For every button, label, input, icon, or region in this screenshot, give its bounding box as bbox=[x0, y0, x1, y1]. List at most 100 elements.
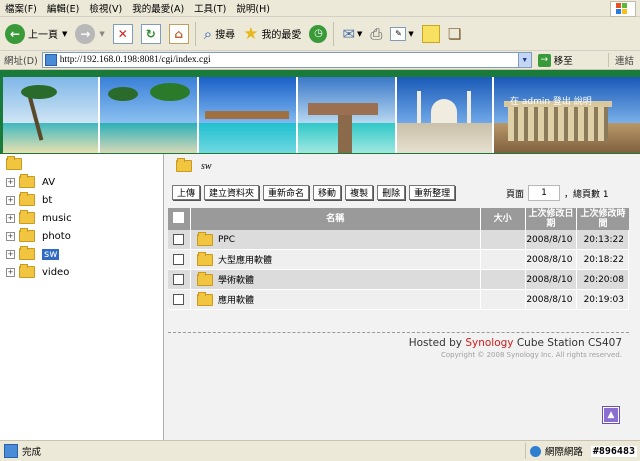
address-input[interactable]: http://192.168.0.198:8081/cgi/index.cgi … bbox=[41, 52, 532, 68]
move-button[interactable]: 移動 bbox=[313, 184, 342, 200]
mod-time-header[interactable]: 上次修改時間 bbox=[576, 208, 629, 230]
expand-icon[interactable]: + bbox=[6, 213, 15, 223]
forward-dropdown-icon[interactable]: ▼ bbox=[99, 30, 104, 38]
folder-icon bbox=[196, 251, 213, 266]
mod-date-header[interactable]: 上次修改日期 bbox=[525, 208, 578, 230]
refresh-list-button[interactable]: 重新整理 bbox=[409, 184, 456, 200]
forward-arrow-icon: → bbox=[75, 23, 96, 44]
brand-name[interactable]: Synology bbox=[465, 337, 513, 349]
print-button[interactable]: ⎙ bbox=[367, 20, 385, 48]
history-button[interactable]: ◷ bbox=[306, 20, 330, 48]
page-content: 在 admin 登出 說明 + AV + bt + music + photo … bbox=[0, 70, 640, 440]
address-label: 網址(D) bbox=[4, 56, 38, 67]
delete-button[interactable]: 刪除 bbox=[377, 184, 406, 200]
search-label: 搜尋 bbox=[215, 30, 236, 41]
tree-item-label: AV bbox=[42, 176, 56, 188]
tree-item-bt[interactable]: + bt bbox=[6, 192, 52, 208]
upload-button[interactable]: 上傳 bbox=[172, 184, 201, 200]
folder-icon bbox=[19, 174, 35, 188]
toolbar-separator bbox=[333, 21, 335, 46]
tree-item-av[interactable]: + AV bbox=[6, 174, 55, 190]
discuss-button[interactable] bbox=[419, 20, 443, 48]
row-checkbox[interactable] bbox=[173, 254, 185, 265]
root-folder-icon bbox=[6, 156, 22, 170]
table-row[interactable]: 應用軟體 2008/8/10 20:19:03 bbox=[168, 289, 629, 310]
table-row[interactable]: 大型應用軟體 2008/8/10 20:18:22 bbox=[168, 249, 629, 270]
file-size bbox=[480, 249, 526, 270]
links-button[interactable]: 連結 bbox=[607, 53, 634, 67]
folder-icon bbox=[19, 210, 35, 224]
table-row[interactable]: PPC 2008/8/10 20:13:22 bbox=[168, 230, 629, 250]
user-info[interactable]: 在 admin 登出 說明 bbox=[510, 94, 592, 107]
page-label: 頁面 bbox=[506, 189, 525, 200]
row-checkbox[interactable] bbox=[173, 234, 185, 245]
hosted-prefix: Hosted by bbox=[408, 337, 462, 349]
back-label: 上一頁 bbox=[28, 30, 58, 41]
folder-icon bbox=[19, 228, 35, 242]
menu-help[interactable]: 說明(H) bbox=[231, 1, 275, 15]
mail-dropdown-icon[interactable]: ▼ bbox=[357, 30, 362, 38]
page-input[interactable] bbox=[528, 185, 561, 201]
row-checkbox[interactable] bbox=[173, 294, 185, 305]
research-icon: ❏ bbox=[447, 24, 462, 43]
favorites-button[interactable]: ★ 我的最愛 bbox=[240, 20, 304, 48]
menu-file[interactable]: 檔案(F) bbox=[0, 1, 42, 15]
stop-icon: ✕ bbox=[112, 23, 133, 44]
home-icon: ⌂ bbox=[168, 23, 189, 44]
file-name[interactable]: 大型應用軟體 bbox=[218, 253, 272, 266]
file-name[interactable]: PPC bbox=[218, 235, 235, 245]
size-header[interactable]: 大小 bbox=[480, 208, 526, 230]
history-icon: ◷ bbox=[309, 24, 328, 43]
rename-button[interactable]: 重新命名 bbox=[263, 184, 310, 200]
tree-item-label: video bbox=[42, 266, 70, 278]
table-row[interactable]: 學術軟體 2008/8/10 20:20:08 bbox=[168, 269, 629, 290]
menu-tools[interactable]: 工具(T) bbox=[189, 1, 231, 15]
expand-icon[interactable]: + bbox=[6, 231, 15, 241]
copy-button[interactable]: 複製 bbox=[345, 184, 374, 200]
file-date: 2008/8/10 bbox=[525, 269, 578, 290]
back-button[interactable]: ← 上一頁 ▼ bbox=[2, 20, 70, 48]
menu-view[interactable]: 檢視(V) bbox=[84, 1, 127, 15]
file-list-panel: sw 上傳 建立資料夾 重新命名 移動 複製 刪除 重新整理 頁面 ， 總頁數 … bbox=[164, 154, 640, 440]
select-all-checkbox[interactable] bbox=[173, 212, 185, 223]
mail-button[interactable]: ✉ ▼ bbox=[339, 20, 365, 48]
expand-icon[interactable]: + bbox=[6, 195, 15, 205]
page-icon bbox=[44, 54, 57, 66]
row-checkbox[interactable] bbox=[173, 274, 185, 285]
tree-item-sw[interactable]: + sw bbox=[6, 246, 60, 262]
expand-icon[interactable]: + bbox=[6, 249, 15, 259]
status-text: 完成 bbox=[22, 447, 42, 458]
tree-item-photo[interactable]: + photo bbox=[6, 228, 71, 244]
go-button[interactable]: → 移至 bbox=[537, 53, 573, 67]
address-bar: 網址(D) http://192.168.0.198:8081/cgi/inde… bbox=[0, 51, 640, 70]
research-button[interactable]: ❏ bbox=[445, 20, 464, 48]
tree-root[interactable] bbox=[6, 156, 29, 172]
back-dropdown-icon[interactable]: ▼ bbox=[62, 30, 67, 38]
page-done-icon bbox=[4, 444, 18, 458]
folder-icon bbox=[19, 264, 35, 278]
expand-icon[interactable]: + bbox=[6, 267, 15, 277]
edit-dropdown-icon[interactable]: ▼ bbox=[408, 30, 413, 38]
tree-item-video[interactable]: + video bbox=[6, 264, 69, 280]
home-button[interactable]: ⌂ bbox=[166, 20, 192, 48]
file-name[interactable]: 應用軟體 bbox=[218, 293, 254, 306]
forward-button[interactable]: → ▼ bbox=[72, 20, 107, 48]
address-dropdown-icon[interactable]: ▼ bbox=[517, 53, 531, 67]
scroll-to-top-icon[interactable]: ▲ bbox=[602, 406, 620, 424]
create-folder-button[interactable]: 建立資料夾 bbox=[204, 184, 260, 200]
name-header[interactable]: 名稱 bbox=[190, 208, 481, 230]
search-button[interactable]: ⌕ 搜尋 bbox=[201, 20, 238, 48]
tree-item-music[interactable]: + music bbox=[6, 210, 72, 226]
refresh-button[interactable]: ↻ bbox=[138, 20, 164, 48]
file-name[interactable]: 學術軟體 bbox=[218, 273, 254, 286]
zone-label: 網際網路 bbox=[544, 447, 583, 458]
edit-button[interactable]: ✎ ▼ bbox=[387, 20, 416, 48]
expand-icon[interactable]: + bbox=[6, 177, 15, 187]
menu-favorites[interactable]: 我的最愛(A) bbox=[127, 1, 189, 15]
file-time: 20:19:03 bbox=[576, 289, 629, 310]
stop-button[interactable]: ✕ bbox=[110, 20, 136, 48]
action-buttons: 上傳 建立資料夾 重新命名 移動 複製 刪除 重新整理 bbox=[172, 184, 459, 200]
file-time: 20:18:22 bbox=[576, 249, 629, 270]
menu-edit[interactable]: 編輯(E) bbox=[42, 1, 84, 15]
file-table: 名稱 大小 上次修改日期 上次修改時間 PPC 2008/8/10 20:13:… bbox=[168, 208, 629, 310]
